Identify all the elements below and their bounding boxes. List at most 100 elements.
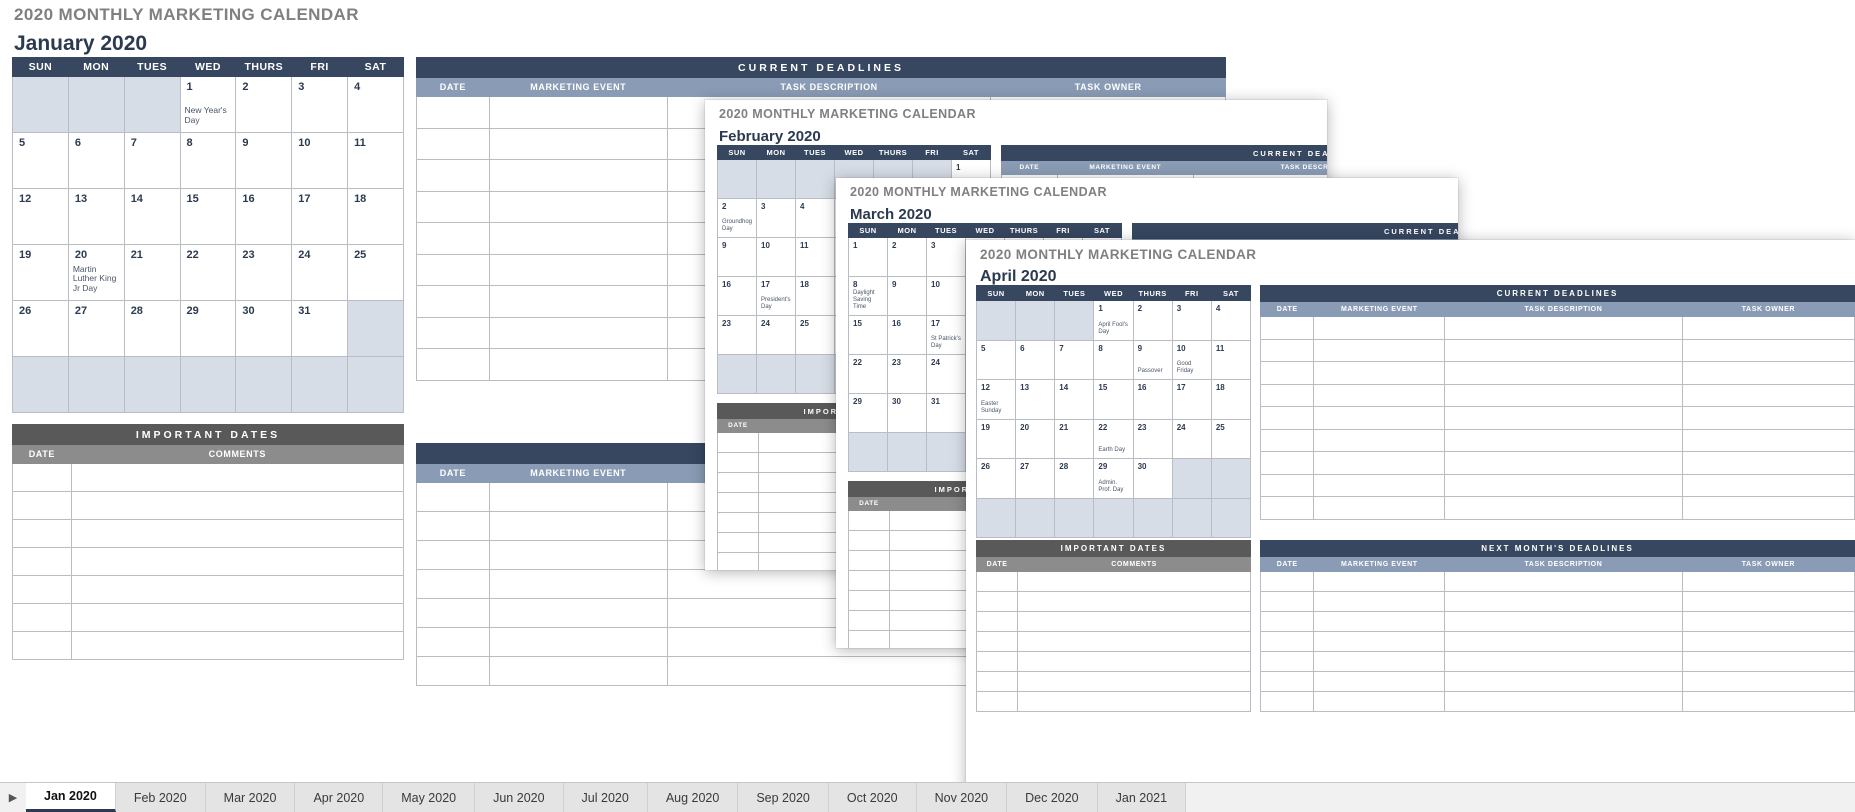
table-cell[interactable] <box>1444 406 1683 430</box>
table-cell[interactable] <box>488 656 668 686</box>
table-cell[interactable] <box>1444 651 1683 672</box>
table-cell[interactable] <box>70 547 405 576</box>
table-cell[interactable] <box>1681 428 1855 452</box>
table-cell[interactable] <box>416 627 490 657</box>
table-cell[interactable] <box>1313 383 1446 407</box>
table-cell[interactable] <box>488 627 668 657</box>
table-cell[interactable] <box>848 570 890 591</box>
table-cell[interactable] <box>1259 591 1315 612</box>
table-cell[interactable] <box>1259 383 1315 407</box>
table-cell[interactable] <box>975 611 1019 632</box>
table-cell[interactable] <box>488 222 668 255</box>
table-cell[interactable] <box>1313 451 1446 475</box>
table-cell[interactable] <box>848 510 890 531</box>
table-cell[interactable] <box>666 656 992 686</box>
table-cell[interactable] <box>975 631 1019 652</box>
table-cell[interactable] <box>1681 451 1855 475</box>
table-cell[interactable] <box>1681 651 1855 672</box>
table-cell[interactable] <box>975 571 1019 592</box>
sheet-tab-feb-2020[interactable]: Feb 2020 <box>115 783 206 812</box>
sheet-tab-nov-2020[interactable]: Nov 2020 <box>916 783 1008 812</box>
table-cell[interactable] <box>1259 338 1315 362</box>
sheet-tab-oct-2020[interactable]: Oct 2020 <box>828 783 917 812</box>
table-cell[interactable] <box>1313 611 1446 632</box>
table-cell[interactable] <box>1444 338 1683 362</box>
sheet-tab-dec-2020[interactable]: Dec 2020 <box>1007 783 1098 812</box>
table-cell[interactable] <box>1017 631 1251 652</box>
table-cell[interactable] <box>416 222 490 255</box>
table-cell[interactable] <box>488 569 668 599</box>
sheet-tab-jun-2020[interactable]: Jun 2020 <box>475 783 564 812</box>
sheet-tab-jul-2020[interactable]: Jul 2020 <box>563 783 648 812</box>
sheet-tab-mar-2020[interactable]: Mar 2020 <box>205 783 296 812</box>
table-cell[interactable] <box>717 452 759 473</box>
table-cell[interactable] <box>975 651 1019 672</box>
sheet-tab-jan-2021[interactable]: Jan 2021 <box>1097 783 1187 812</box>
table-cell[interactable] <box>416 540 490 570</box>
table-cell[interactable] <box>1444 571 1683 592</box>
table-cell[interactable] <box>488 316 668 349</box>
table-cell[interactable] <box>717 532 759 553</box>
table-cell[interactable] <box>1017 591 1251 612</box>
table-cell[interactable] <box>1259 671 1315 692</box>
table-cell[interactable] <box>416 127 490 160</box>
sheet-tab-jan-2020[interactable]: Jan 2020 <box>26 783 116 812</box>
sheet-tab-bar[interactable]: ▶ Jan 2020 Feb 2020 Mar 2020 Apr 2020 May 20… <box>0 782 1855 812</box>
table-cell[interactable] <box>416 285 490 318</box>
table-cell[interactable] <box>717 512 759 533</box>
table-cell[interactable] <box>1681 383 1855 407</box>
table-cell[interactable] <box>1313 651 1446 672</box>
table-cell[interactable] <box>1444 451 1683 475</box>
table-cell[interactable] <box>1313 591 1446 612</box>
table-cell[interactable] <box>1681 671 1855 692</box>
table-cell[interactable] <box>1681 611 1855 632</box>
table-cell[interactable] <box>416 598 490 628</box>
table-cell[interactable] <box>1681 691 1855 712</box>
table-cell[interactable] <box>1017 571 1251 592</box>
sheet-tabs[interactable]: Jan 2020 Feb 2020 Mar 2020 Apr 2020 May 2020… <box>26 783 1187 812</box>
table-cell[interactable] <box>1444 383 1683 407</box>
table-cell[interactable] <box>717 492 759 513</box>
table-cell[interactable] <box>1313 428 1446 452</box>
table-cell[interactable] <box>1313 691 1446 712</box>
table-cell[interactable] <box>1444 361 1683 385</box>
table-cell[interactable] <box>488 285 668 318</box>
table-cell[interactable] <box>1681 591 1855 612</box>
table-cell[interactable] <box>1681 496 1855 520</box>
table-cell[interactable] <box>1259 691 1315 712</box>
sheet-tab-may-2020[interactable]: May 2020 <box>383 783 476 812</box>
table-cell[interactable] <box>70 575 405 604</box>
table-cell[interactable] <box>1444 671 1683 692</box>
table-cell[interactable] <box>1017 611 1251 632</box>
table-cell[interactable] <box>416 511 490 541</box>
table-cell[interactable] <box>717 432 759 453</box>
table-cell[interactable] <box>12 519 72 548</box>
table-cell[interactable] <box>416 253 490 286</box>
table-cell[interactable] <box>1259 651 1315 672</box>
table-cell[interactable] <box>416 159 490 192</box>
table-cell[interactable] <box>1444 691 1683 712</box>
table-cell[interactable] <box>1017 691 1251 712</box>
table-cell[interactable] <box>1259 428 1315 452</box>
table-cell[interactable] <box>1681 473 1855 497</box>
table-cell[interactable] <box>1259 496 1315 520</box>
table-cell[interactable] <box>488 511 668 541</box>
table-cell[interactable] <box>1681 361 1855 385</box>
table-cell[interactable] <box>1313 631 1446 652</box>
table-cell[interactable] <box>1259 406 1315 430</box>
table-cell[interactable] <box>1681 338 1855 362</box>
table-cell[interactable] <box>416 656 490 686</box>
table-cell[interactable] <box>1681 316 1855 340</box>
table-cell[interactable] <box>12 575 72 604</box>
table-cell[interactable] <box>70 603 405 632</box>
table-cell[interactable] <box>1017 671 1251 692</box>
table-cell[interactable] <box>1259 451 1315 475</box>
table-cell[interactable] <box>1444 591 1683 612</box>
table-cell[interactable] <box>1444 316 1683 340</box>
table-cell[interactable] <box>488 540 668 570</box>
table-cell[interactable] <box>1259 316 1315 340</box>
table-cell[interactable] <box>70 519 405 548</box>
table-cell[interactable] <box>1259 611 1315 632</box>
table-cell[interactable] <box>1259 361 1315 385</box>
table-cell[interactable] <box>12 631 72 660</box>
